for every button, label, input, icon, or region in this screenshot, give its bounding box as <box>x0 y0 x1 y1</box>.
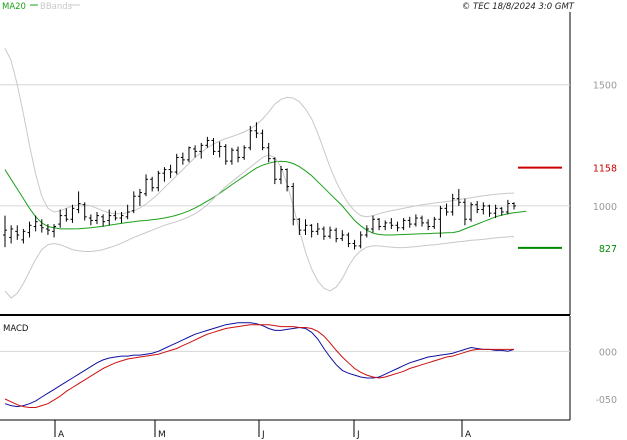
ohlc-bar <box>174 153 179 175</box>
stock-chart: MA20 BBands © TEC 18/8/2024 3:0 GMT 1500… <box>0 2 617 440</box>
legend-ma20: MA20 <box>2 2 26 12</box>
ohlc-bar <box>137 188 142 206</box>
signal-line <box>4 324 514 408</box>
price-y-tick-label: 1500 <box>593 81 617 92</box>
price-y-tick-label: 1000 <box>593 202 617 213</box>
ohlc-bar <box>266 142 271 163</box>
ohlc-bar <box>487 204 492 217</box>
ohlc-bar <box>254 122 259 139</box>
ohlc-bar <box>150 176 155 192</box>
ohlc-bar <box>358 231 363 249</box>
ohlc-bar <box>383 220 388 231</box>
ohlc-bar <box>450 193 455 216</box>
ohlc-bar <box>242 145 247 160</box>
ohlc-bar <box>52 224 57 238</box>
ohlc-bar <box>76 191 81 214</box>
ohlc-bar <box>309 224 314 238</box>
x-tick-label: A <box>465 430 472 440</box>
ohlc-bar <box>328 226 333 239</box>
copyright: © TEC 18/8/2024 3:0 GMT <box>462 2 575 12</box>
ohlc-bar <box>113 210 118 221</box>
legend-bbands: BBands <box>40 2 73 12</box>
ohlc-bar <box>27 221 32 238</box>
ohlc-bar <box>432 216 437 229</box>
ohlc-bar <box>334 227 339 243</box>
ohlc-bar <box>9 225 14 244</box>
ohlc-bar <box>217 141 222 158</box>
ohlc-bar <box>168 164 173 179</box>
ohlc-bar <box>70 204 75 223</box>
ohlc-bar <box>462 198 467 226</box>
ohlc-bar <box>321 226 326 240</box>
ohlc-bar <box>3 215 7 248</box>
ohlc-bar <box>236 146 241 163</box>
ohlc-bar <box>444 203 449 216</box>
ma20-line <box>4 160 527 236</box>
ohlc-bar <box>156 170 161 192</box>
ohlc-bar <box>315 222 320 236</box>
ohlc-bar <box>291 182 296 226</box>
ohlc-bar <box>58 209 63 228</box>
x-tick-label: J <box>356 430 360 440</box>
price-marker-label: 1158 <box>593 164 617 175</box>
ohlc-bar <box>505 199 510 215</box>
bband-lower-line <box>4 154 515 299</box>
ohlc-bar <box>401 218 406 231</box>
ohlc-bar <box>407 216 412 228</box>
ohlc-bar <box>389 218 394 229</box>
ohlc-bar <box>340 230 345 242</box>
bband-upper-line <box>4 48 515 218</box>
ohlc-bar <box>186 146 191 163</box>
price-panel: 1500 1000 1158 827 <box>0 12 617 316</box>
ohlc-bar <box>370 215 375 233</box>
ohlc-bar <box>15 225 20 240</box>
ohlc-bar <box>88 214 93 226</box>
x-tick-label: J <box>261 430 265 440</box>
ohlc-bar <box>420 215 425 227</box>
ohlc-bar <box>377 218 382 231</box>
ohlc-bar <box>229 147 234 165</box>
ohlc-bar <box>475 201 480 214</box>
ohlc-bar <box>193 145 198 158</box>
macd-title: MACD <box>3 324 29 334</box>
x-tick-label: M <box>158 430 166 440</box>
macd-panel: MACD 000 -050 <box>0 316 617 420</box>
ohlc-bar <box>469 202 474 222</box>
ohlc-bar <box>456 188 461 206</box>
ohlc-bar <box>303 219 308 236</box>
ohlc-bar <box>352 239 357 250</box>
price-marker-label: 827 <box>599 244 617 255</box>
ohlc-bar <box>223 144 228 165</box>
x-tick-label: A <box>58 430 65 440</box>
macd-y-tick-label: 000 <box>599 347 617 358</box>
ohlc-bar <box>205 136 210 148</box>
ohlc-bar <box>426 219 431 231</box>
ohlc-bar <box>260 129 265 151</box>
ohlc-bar <box>144 174 149 197</box>
ohlc-bar <box>180 152 185 165</box>
ohlc-bar <box>413 214 418 227</box>
ohlc-bar <box>21 228 26 244</box>
macd-y-tick-label: -050 <box>595 395 617 406</box>
ohlc-bar <box>199 142 204 159</box>
ohlc-bar <box>125 204 130 220</box>
ohlc-bar <box>64 208 69 222</box>
ohlc-bar <box>162 167 167 182</box>
ohlc-bar <box>278 165 283 185</box>
ohlc-bar <box>211 138 216 156</box>
x-axis: AMJJA <box>0 419 570 440</box>
ohlc-bar <box>346 232 351 248</box>
ohlc-bar <box>94 211 99 225</box>
ohlc-bar <box>481 202 486 215</box>
macd-line <box>4 322 515 408</box>
ohlc-bar <box>395 221 400 232</box>
ohlc-bar <box>101 214 106 227</box>
